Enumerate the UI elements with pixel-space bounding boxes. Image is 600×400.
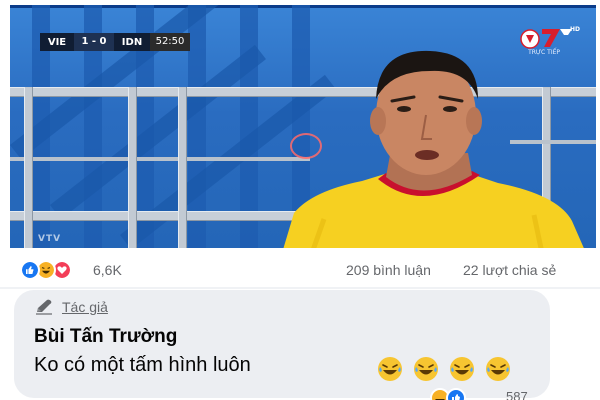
watermark-text: VTV [38, 234, 62, 244]
section-divider [0, 287, 600, 289]
comment-author-name[interactable]: Bùi Tấn Trường [34, 326, 177, 348]
like-icon [446, 388, 466, 400]
comment-reaction-count[interactable]: 587 [506, 389, 528, 400]
scoreboard-clock: 52:50 [150, 33, 190, 51]
railing-post [128, 87, 137, 248]
comment-count-link[interactable]: 209 bình luận [346, 262, 431, 278]
scoreboard-away-team: IDN [121, 36, 143, 48]
laughing-tears-emoji [378, 357, 402, 381]
author-badge[interactable]: Tác giả [34, 298, 108, 316]
video-player[interactable]: VIE 1 - 0 IDN 52:50 HD TRỰC TIẾP VTV [10, 5, 596, 248]
comment-text: Ko có một tấm hình luôn [34, 354, 251, 376]
reaction-bar: 6,6K 209 bình luận 22 lượt chia sẻ [0, 255, 600, 285]
railing-bottom [10, 211, 310, 221]
laughing-tears-emoji [450, 357, 474, 381]
comment-bubble: Tác giả Bùi Tấn Trường Ko có một tấm hìn… [14, 290, 550, 398]
author-badge-label: Tác giả [62, 299, 108, 315]
scoreboard-home-team: VIE [47, 36, 67, 48]
svg-text:HD: HD [570, 26, 580, 33]
comment-reaction-summary[interactable] [430, 388, 500, 400]
emoji-row [377, 356, 521, 384]
pencil-icon [36, 299, 52, 315]
laughing-tears-emoji [486, 357, 510, 381]
share-count-link[interactable]: 22 lượt chia sẻ [463, 262, 556, 278]
railing-post [178, 87, 187, 248]
scoreboard: VIE 1 - 0 IDN 52:50 [40, 33, 190, 51]
railing-post [24, 87, 33, 248]
scoreboard-score: 1 - 0 [74, 33, 114, 51]
like-icon [20, 260, 40, 280]
railing-mid [10, 157, 310, 161]
reaction-summary[interactable] [20, 259, 84, 281]
goalkeeper-figure [283, 50, 584, 248]
laughing-tears-emoji [414, 357, 438, 381]
reaction-count[interactable]: 6,6K [93, 262, 122, 278]
